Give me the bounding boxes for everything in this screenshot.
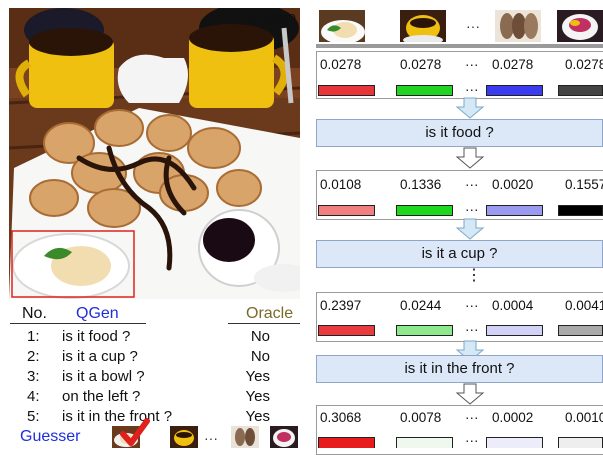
guesser-candidate-thumb [270, 426, 298, 448]
bar-ellipsis: ··· [465, 82, 479, 97]
probability-bar [318, 85, 375, 96]
probability-bar [396, 205, 453, 216]
probability-bar [396, 437, 453, 448]
probability-bar [486, 85, 543, 96]
probability-value: 0.0278 [565, 57, 603, 72]
candidate-thumb [400, 10, 446, 42]
bar-ellipsis: ··· [465, 433, 479, 448]
guesser-candidate-thumb [170, 426, 198, 448]
candidate-thumb [557, 10, 603, 42]
probability-ellipsis: ··· [465, 57, 479, 72]
header-rule-right [228, 323, 300, 324]
header-qgen: QGen [76, 305, 119, 322]
row-answer: Yes [245, 408, 270, 425]
row-number: 1: [27, 328, 40, 345]
row-answer: No [250, 328, 270, 345]
probability-bar [558, 85, 603, 96]
top-divider [316, 44, 603, 48]
row-number: 5: [27, 408, 40, 425]
row-number: 3: [27, 368, 40, 385]
question-box: is it in the front ? [316, 355, 603, 383]
probability-value: 0.0278 [492, 57, 534, 72]
flow-arrow-icon [455, 218, 485, 240]
header-rule-left [10, 323, 146, 324]
probability-bar [558, 325, 603, 336]
probability-value: 0.0004 [492, 298, 534, 313]
probability-bar [396, 325, 453, 336]
bar-ellipsis: ··· [465, 322, 479, 337]
row-answer: Yes [245, 388, 270, 405]
probability-value: 0.3068 [320, 410, 362, 425]
probability-bar [558, 205, 603, 216]
probability-ellipsis: ··· [465, 177, 479, 192]
row-question: on the left ? [62, 388, 141, 405]
header-no: No. [22, 305, 47, 322]
flow-arrow-icon [455, 383, 485, 405]
probability-bar [318, 437, 375, 448]
bar-ellipsis: ··· [465, 202, 479, 217]
row-question: is it a bowl ? [62, 368, 145, 385]
probability-ellipsis: ··· [465, 410, 479, 425]
row-answer: No [250, 348, 270, 365]
probability-value: 0.0244 [400, 298, 442, 313]
probability-value: 0.0002 [492, 410, 534, 425]
probability-ellipsis: ··· [465, 298, 479, 313]
probability-value: 0.0078 [400, 410, 442, 425]
probability-bar [486, 437, 543, 448]
candidate-thumb [495, 10, 541, 42]
probability-value: 0.0108 [320, 177, 362, 192]
flow-arrow-icon [455, 97, 485, 119]
probability-value: 0.0020 [492, 177, 534, 192]
question-box: is it a cup ? [316, 240, 603, 268]
row-question: is it a cup ? [62, 348, 138, 365]
probability-bar [396, 85, 453, 96]
probability-value: 0.1557 [565, 177, 603, 192]
flow-arrow-icon [455, 147, 485, 169]
scene-image: #219349 [9, 8, 300, 299]
probability-value: 0.0041 [565, 298, 603, 313]
row-number: 4: [27, 388, 40, 405]
guesser-ellipsis: ··· [204, 430, 218, 446]
candidates-ellipsis: ··· [466, 18, 480, 34]
vertical-ellipsis: ⋮ [466, 267, 482, 284]
probability-bar [318, 325, 375, 336]
question-box: is it food ? [316, 119, 603, 147]
guesser-candidate-thumb [231, 426, 259, 448]
probability-bar [558, 437, 603, 448]
image-id-label: #219349 [245, 11, 296, 26]
probability-value: 0.2397 [320, 298, 362, 313]
probability-value: 0.1336 [400, 177, 442, 192]
header-oracle: Oracle [246, 305, 294, 322]
checkmark-icon [120, 418, 150, 446]
probability-value: 0.0278 [320, 57, 362, 72]
guesser-label: Guesser [20, 428, 81, 445]
probability-value: 0.0010 [565, 410, 603, 425]
row-question: is it in the front ? [62, 408, 173, 425]
row-answer: Yes [245, 368, 270, 385]
probability-bar [486, 325, 543, 336]
candidate-thumb [319, 10, 365, 42]
row-number: 2: [27, 348, 40, 365]
probability-bar [318, 205, 375, 216]
probability-bar [486, 205, 543, 216]
row-question: is it food ? [62, 328, 131, 345]
probability-value: 0.0278 [400, 57, 442, 72]
